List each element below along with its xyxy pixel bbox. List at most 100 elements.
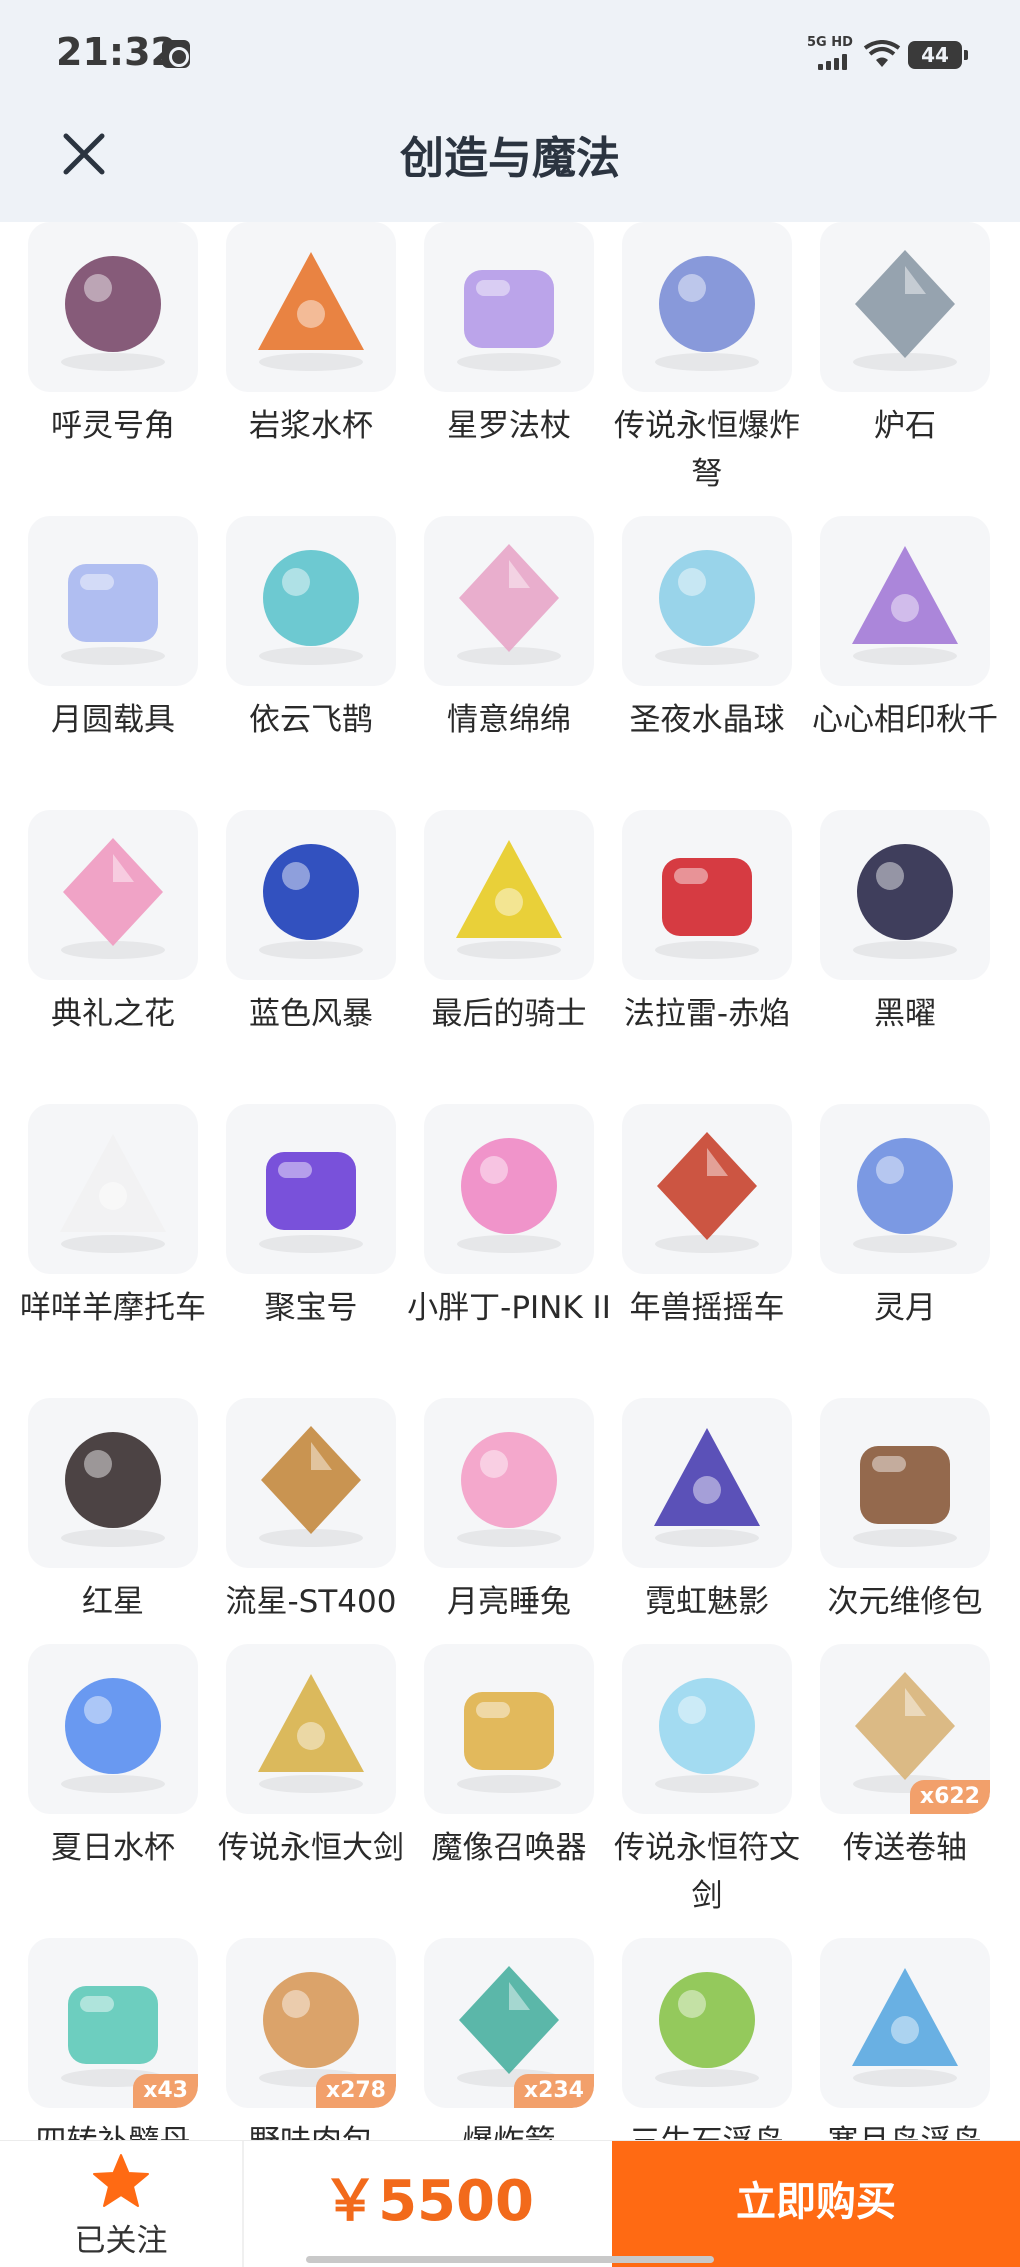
buy-now-button[interactable]: 立即购买	[612, 2141, 1020, 2267]
item-name: 红星	[82, 1584, 144, 1620]
quantity-badge: x278	[315, 2074, 396, 2108]
grid-item[interactable]: 灵月	[792, 1104, 990, 1398]
item-thumbnail	[820, 1104, 990, 1274]
quantity-badge: x234	[513, 2074, 594, 2108]
yellow-car-icon	[456, 840, 562, 959]
item-thumbnail	[226, 1398, 396, 1568]
moon-cloud-vehicle-icon	[61, 564, 165, 665]
rune-sword-icon	[655, 1678, 759, 1793]
status-time: 21:32	[56, 30, 177, 74]
item-thumbnail	[424, 516, 594, 686]
item-thumbnail	[622, 1644, 792, 1814]
grid-item[interactable]: 黑曜	[792, 810, 990, 1104]
grid-item[interactable]: 小胖丁-PINK II	[396, 1104, 611, 1398]
star-staff-icon	[457, 270, 561, 371]
item-thumbnail	[424, 1644, 594, 1814]
item-thumbnail	[622, 1938, 792, 2108]
item-name: 夏日水杯	[51, 1830, 175, 1866]
item-thumbnail	[424, 1104, 594, 1274]
grid-item[interactable]: 圣夜水晶球	[594, 516, 792, 810]
item-thumbnail	[226, 1644, 396, 1814]
grid-item[interactable]: 法拉雷-赤焰	[594, 810, 792, 1104]
item-name: 岩浆水杯	[249, 408, 373, 444]
item-name: 魔像召唤器	[431, 1830, 587, 1866]
neon-car-icon	[654, 1428, 760, 1547]
grid-item[interactable]: 年兽摇摇车	[594, 1104, 792, 1398]
grid-item[interactable]: 传说永恒爆炸弩	[594, 222, 800, 516]
item-name: 圣夜水晶球	[629, 702, 785, 738]
carriage-icon	[61, 838, 165, 959]
crystal-ball-icon	[655, 550, 759, 665]
item-name: 传说永恒大剑	[218, 1830, 404, 1866]
home-indicator	[306, 2256, 714, 2263]
item-thumbnail: x234	[424, 1938, 594, 2108]
item-thumbnail	[28, 516, 198, 686]
item-name: 咩咩羊摩托车	[20, 1290, 206, 1326]
app-notification-icon	[162, 40, 190, 68]
item-name: 呼灵号角	[51, 408, 175, 444]
grid-item[interactable]: 月圆载具	[0, 516, 198, 810]
grid-item[interactable]: 情意绵绵	[396, 516, 594, 810]
item-name: 心心相印秋千	[812, 702, 998, 738]
grid-item[interactable]: 炉石	[792, 222, 990, 516]
grid-item[interactable]: 寒月岛浮岛	[792, 1938, 990, 2140]
item-name: 依云飞鹊	[249, 702, 373, 738]
item-name: 蓝色风暴	[249, 996, 373, 1032]
wifi-icon	[863, 40, 901, 67]
grid-item[interactable]: 传说永恒符文剑	[594, 1644, 800, 1938]
item-grid: 呼灵号角 岩浆水杯 星罗法杖 传说永恒爆炸弩 炉石月圆载具 依云飞鹊 情意绵绵 圣夜水晶球 心心…	[0, 222, 1020, 2140]
item-name: 流星-ST400	[225, 1584, 397, 1620]
item-thumbnail	[820, 810, 990, 980]
item-name: 四转补髓丹	[10, 2118, 216, 2140]
crossbow-icon	[655, 256, 759, 371]
grid-item[interactable]: x234爆炸箭	[396, 1938, 594, 2140]
item-name: 小胖丁-PINK II	[407, 1290, 611, 1326]
grid-item[interactable]: 岩浆水杯	[198, 222, 396, 516]
grid-item[interactable]: 蓝色风暴	[198, 810, 396, 1104]
item-thumbnail	[424, 810, 594, 980]
grid-item[interactable]: 星罗法杖	[396, 222, 594, 516]
item-thumbnail	[820, 1398, 990, 1568]
pink-beetle-icon	[457, 1138, 561, 1253]
item-name: 情意绵绵	[447, 702, 571, 738]
grid-item[interactable]: 夏日水杯	[0, 1644, 198, 1938]
item-thumbnail	[28, 1398, 198, 1568]
item-thumbnail	[622, 1104, 792, 1274]
grid-item[interactable]: x622 传送卷轴	[792, 1644, 990, 1938]
motorcycle-icon	[61, 1432, 165, 1547]
item-name: 霓虹魅影	[645, 1584, 769, 1620]
item-thumbnail	[820, 1938, 990, 2108]
price: ￥5500	[322, 2169, 534, 2234]
status-bar: 21:32 5G HD 44	[0, 0, 1020, 110]
grid-item[interactable]: 咩咩羊摩托车	[0, 1104, 206, 1398]
follow-button[interactable]: 已关注	[0, 2141, 242, 2267]
grid-item[interactable]: 心心相印秋千	[792, 516, 998, 810]
grid-item[interactable]: 魔像召唤器	[396, 1644, 594, 1938]
item-thumbnail	[622, 516, 792, 686]
grid-item[interactable]: 传说永恒大剑	[198, 1644, 404, 1938]
grid-item[interactable]: 聚宝号	[198, 1104, 396, 1398]
lava-cup-icon	[258, 252, 364, 371]
grid-item[interactable]: x278野味肉包	[198, 1938, 396, 2140]
sleeping-bunny-icon	[457, 1432, 561, 1547]
grid-item[interactable]: x43四转补髓丹	[0, 1938, 198, 2140]
grid-item[interactable]: 典礼之花	[0, 810, 198, 1104]
grid-item[interactable]: 呼灵号角	[0, 222, 198, 516]
top-area: 21:32 5G HD 44 创造与魔法	[0, 0, 1020, 222]
sheep-scooter-icon	[60, 1134, 166, 1253]
item-thumbnail	[622, 222, 792, 392]
item-name: 年兽摇摇车	[629, 1290, 785, 1326]
follow-label: 已关注	[74, 2223, 168, 2259]
item-name: 三生石浮岛	[604, 2118, 810, 2140]
grid-item[interactable]: 最后的骑士	[396, 810, 594, 1104]
item-thumbnail	[28, 1644, 198, 1814]
purple-vehicle-icon	[259, 1152, 363, 1253]
hearthstone-icon	[853, 250, 957, 371]
item-thumbnail	[424, 222, 594, 392]
summer-cup-icon	[61, 1678, 165, 1793]
grid-item[interactable]: 依云飞鹊	[198, 516, 396, 810]
nian-beast-car-icon	[655, 1132, 759, 1253]
grid-item[interactable]: 三生石浮岛	[594, 1938, 792, 2140]
floating-island-icon	[655, 1972, 759, 2087]
item-thumbnail	[424, 1398, 594, 1568]
